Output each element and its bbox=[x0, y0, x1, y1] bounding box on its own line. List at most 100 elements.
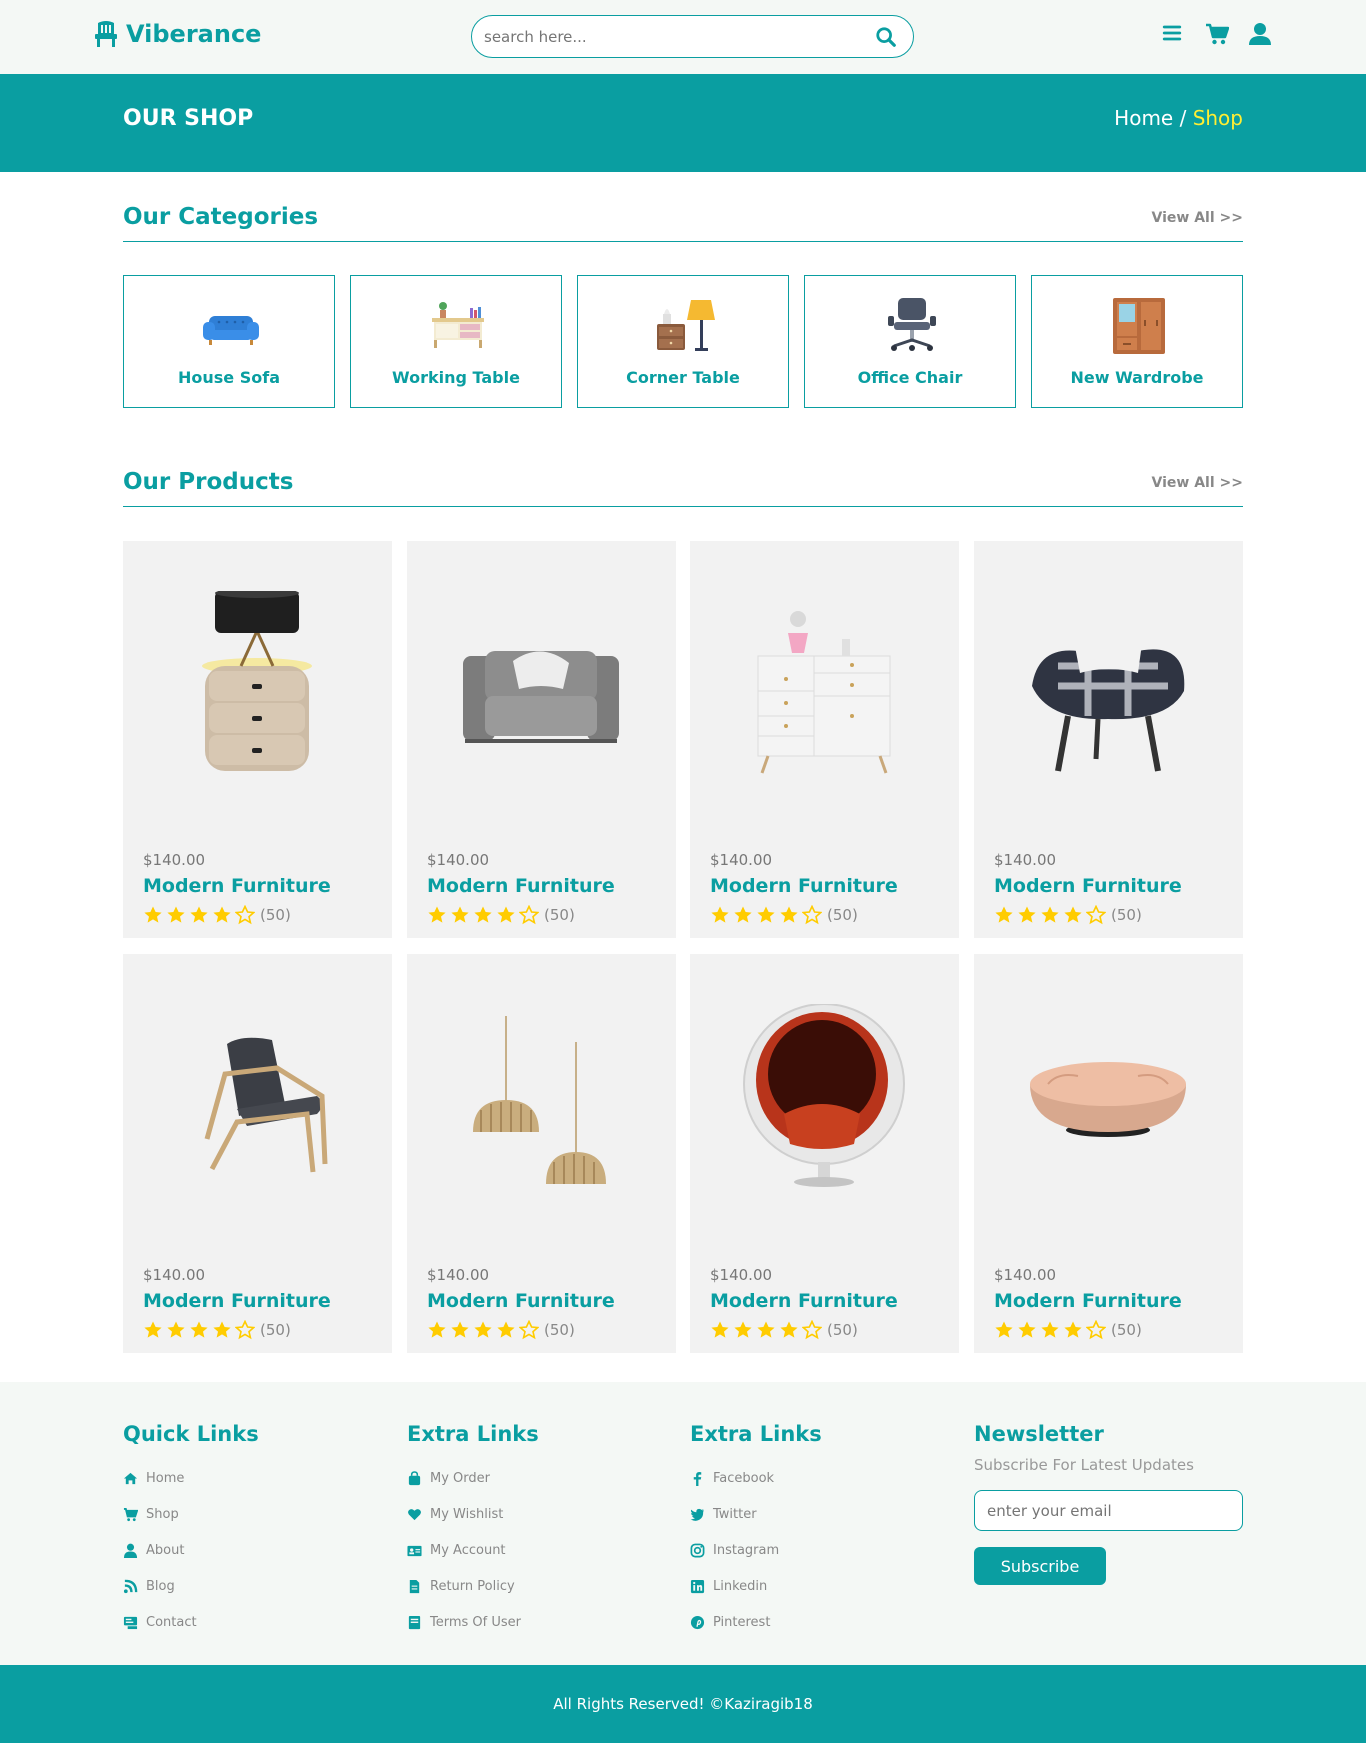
blog-icon bbox=[123, 1579, 138, 1593]
star-filled-icon bbox=[474, 906, 492, 923]
product-name[interactable]: Modern Furniture bbox=[710, 875, 898, 897]
review-count: (50) bbox=[544, 1321, 575, 1339]
newsletter-subtitle: Subscribe For Latest Updates bbox=[974, 1456, 1194, 1474]
star-empty-icon bbox=[235, 905, 255, 925]
product-price: $140.00 bbox=[427, 851, 490, 869]
review-count: (50) bbox=[1111, 906, 1142, 924]
footer-link-return-policy[interactable]: Return Policy bbox=[407, 1568, 677, 1604]
star-filled-icon bbox=[734, 906, 752, 923]
product-name[interactable]: Modern Furniture bbox=[994, 875, 1182, 897]
footer-link-label: Twitter bbox=[713, 1506, 757, 1522]
newsletter-email-input[interactable] bbox=[974, 1490, 1243, 1531]
category-card-working-table[interactable]: Working Table bbox=[350, 275, 562, 408]
breadcrumb-home[interactable]: Home bbox=[1114, 106, 1173, 130]
category-card-office-chair[interactable]: Office Chair bbox=[804, 275, 1016, 408]
star-filled-icon bbox=[144, 1321, 162, 1338]
cart-icon[interactable] bbox=[1205, 22, 1230, 46]
star-filled-icon bbox=[451, 1321, 469, 1338]
star-filled-icon bbox=[144, 906, 162, 923]
product-rating: (50) bbox=[710, 905, 858, 925]
search-icon[interactable] bbox=[875, 26, 899, 50]
product-price: $140.00 bbox=[427, 1266, 490, 1284]
twitter-icon bbox=[690, 1508, 705, 1521]
footer-link-label: My Order bbox=[430, 1470, 490, 1486]
product-rating: (50) bbox=[994, 905, 1142, 925]
site-header: Viberance bbox=[0, 0, 1366, 74]
product-card[interactable]: $140.00 Modern Furniture (50) bbox=[690, 541, 959, 938]
menu-icon[interactable] bbox=[1161, 22, 1185, 46]
footer-link-my-wishlist[interactable]: My Wishlist bbox=[407, 1496, 677, 1532]
working-table-icon bbox=[432, 302, 484, 348]
footer-link-home[interactable]: Home bbox=[123, 1460, 393, 1496]
footer-link-label: Shop bbox=[146, 1506, 179, 1522]
category-card-new-wardrobe[interactable]: New Wardrobe bbox=[1031, 275, 1243, 408]
footer-link-instagram[interactable]: Instagram bbox=[690, 1532, 960, 1568]
products-title: Our Products bbox=[123, 469, 294, 495]
star-filled-icon bbox=[995, 906, 1013, 923]
footer-link-label: Terms Of User bbox=[430, 1614, 521, 1630]
star-empty-icon bbox=[235, 1320, 255, 1340]
category-card-corner-table[interactable]: Corner Table bbox=[577, 275, 789, 408]
newsletter-column: Newsletter Subscribe For Latest Updates … bbox=[974, 1422, 1244, 1585]
product-name[interactable]: Modern Furniture bbox=[994, 1290, 1182, 1312]
star-filled-icon bbox=[474, 1321, 492, 1338]
footer-link-twitter[interactable]: Twitter bbox=[690, 1496, 960, 1532]
category-card-house-sofa[interactable]: House Sofa bbox=[123, 275, 335, 408]
product-card[interactable]: $140.00 Modern Furniture (50) bbox=[974, 541, 1243, 938]
footer-link-label: Home bbox=[146, 1470, 185, 1486]
footer-link-pinterest[interactable]: Pinterest bbox=[690, 1604, 960, 1640]
extra-links-title: Extra Links bbox=[407, 1422, 539, 1446]
pouf-ottoman-image bbox=[1030, 1062, 1186, 1137]
star-filled-icon bbox=[1018, 1321, 1036, 1338]
footer-link-blog[interactable]: Blog bbox=[123, 1568, 393, 1604]
product-name[interactable]: Modern Furniture bbox=[143, 1290, 331, 1312]
product-card[interactable]: $140.00 Modern Furniture (50) bbox=[690, 954, 959, 1353]
products-view-all-link[interactable]: View All >> bbox=[1152, 475, 1243, 491]
footer-link-label: About bbox=[146, 1542, 185, 1558]
product-card[interactable]: $140.00 Modern Furniture (50) bbox=[407, 954, 676, 1353]
product-price: $140.00 bbox=[994, 851, 1057, 869]
footer-link-label: My Wishlist bbox=[430, 1506, 504, 1522]
id-card-icon bbox=[407, 1545, 422, 1556]
product-card[interactable]: $140.00 Modern Furniture (50) bbox=[974, 954, 1243, 1353]
footer-link-my-account[interactable]: My Account bbox=[407, 1532, 677, 1568]
product-card[interactable]: $140.00 Modern Furniture (50) bbox=[407, 541, 676, 938]
star-filled-icon bbox=[757, 906, 775, 923]
product-name[interactable]: Modern Furniture bbox=[710, 1290, 898, 1312]
footer-link-contact[interactable]: Contact bbox=[123, 1604, 393, 1640]
product-price: $140.00 bbox=[710, 851, 773, 869]
footer-link-shop[interactable]: Shop bbox=[123, 1496, 393, 1532]
brand-logo[interactable]: Viberance bbox=[94, 20, 261, 48]
sofa-icon bbox=[203, 316, 259, 345]
footer-link-label: My Account bbox=[430, 1542, 506, 1558]
star-filled-icon bbox=[190, 1321, 208, 1338]
categories-view-all-link[interactable]: View All >> bbox=[1152, 210, 1243, 226]
footer-link-linkedin[interactable]: Linkedin bbox=[690, 1568, 960, 1604]
subscribe-button[interactable]: Subscribe bbox=[974, 1547, 1106, 1585]
pendant-lamps-image bbox=[473, 1016, 606, 1184]
product-name[interactable]: Modern Furniture bbox=[427, 875, 615, 897]
product-card[interactable]: $140.00 Modern Furniture (50) bbox=[123, 954, 392, 1353]
cart-icon bbox=[123, 1507, 138, 1521]
search-input[interactable] bbox=[484, 25, 854, 49]
pinterest-icon bbox=[690, 1615, 705, 1629]
product-name[interactable]: Modern Furniture bbox=[427, 1290, 615, 1312]
product-name[interactable]: Modern Furniture bbox=[143, 875, 331, 897]
product-price: $140.00 bbox=[143, 1266, 206, 1284]
star-filled-icon bbox=[167, 1321, 185, 1338]
star-filled-icon bbox=[451, 906, 469, 923]
footer-link-my-order[interactable]: My Order bbox=[407, 1460, 677, 1496]
product-price: $140.00 bbox=[994, 1266, 1057, 1284]
social-links-title: Extra Links bbox=[690, 1422, 822, 1446]
footer-link-facebook[interactable]: Facebook bbox=[690, 1460, 960, 1496]
star-filled-icon bbox=[167, 906, 185, 923]
instagram-icon bbox=[690, 1543, 705, 1557]
footer-link-about[interactable]: About bbox=[123, 1532, 393, 1568]
product-card[interactable]: $140.00 Modern Furniture (50) bbox=[123, 541, 392, 938]
star-filled-icon bbox=[1041, 1321, 1059, 1338]
facebook-icon bbox=[693, 1471, 702, 1486]
white-dresser-image bbox=[757, 611, 891, 774]
product-rating: (50) bbox=[143, 1320, 291, 1340]
user-icon[interactable] bbox=[1249, 22, 1273, 46]
footer-link-terms[interactable]: Terms Of User bbox=[407, 1604, 677, 1640]
